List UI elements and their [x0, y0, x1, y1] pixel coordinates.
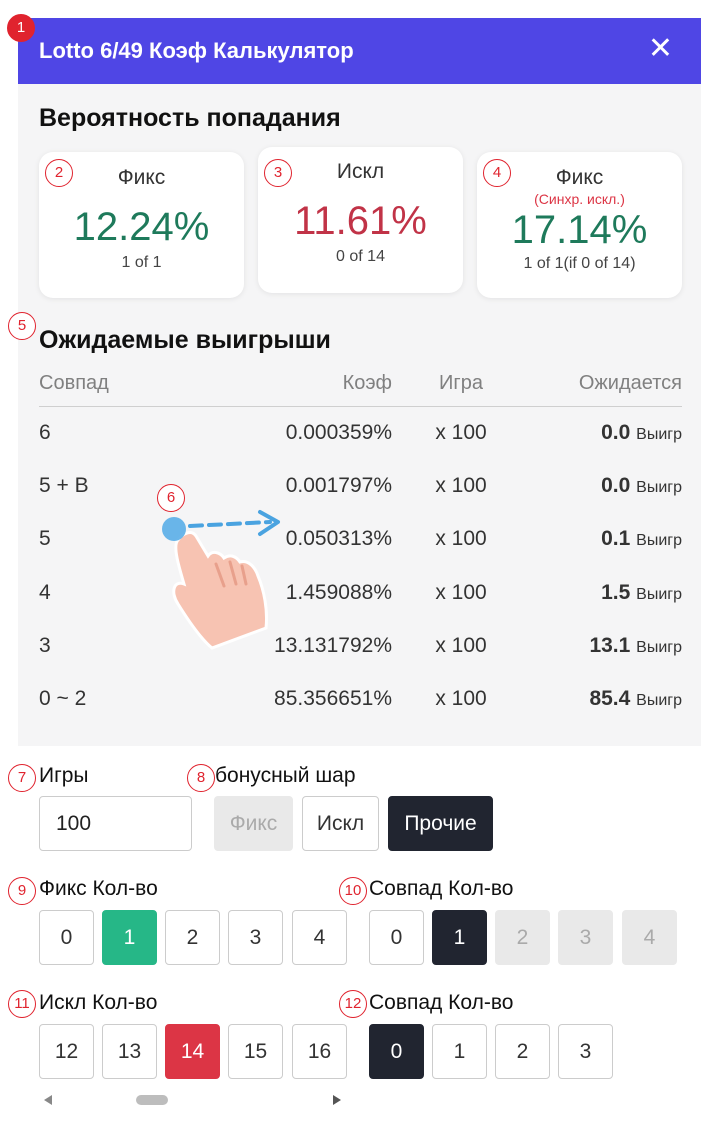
row-match: 6 [39, 420, 51, 444]
expected-value: 0.1 [601, 527, 631, 551]
match-count-3-button[interactable]: 3 [558, 910, 613, 965]
table-row: 0 ~ 2 85.356651% x 100 85.4 Выигр [39, 672, 682, 725]
column-header-expected: Ожидается [530, 362, 682, 407]
column-header-games: Игра [392, 362, 530, 407]
marker-12: 12 [339, 990, 367, 1018]
card-percent: 17.14% [511, 208, 648, 252]
expected-value: 85.4 [589, 687, 631, 711]
marker-5: 5 [8, 312, 36, 340]
bonus-fix-button[interactable]: Фикс [214, 796, 293, 851]
games-input[interactable]: 100 [39, 796, 192, 851]
marker-11: 11 [8, 990, 36, 1018]
row-expected: 0.0 Выигр [530, 459, 682, 512]
excl-match-count-0-button[interactable]: 0 [369, 1024, 424, 1079]
card-percent: 12.24% [73, 205, 210, 249]
excl-count-label: Искл Кол-во [39, 991, 158, 1014]
expected-heading: Ожидаемые выигрыши [39, 326, 331, 354]
marker-8: 8 [187, 764, 215, 792]
column-header-match: Совпад [39, 362, 239, 407]
row-games: x 100 [435, 633, 487, 657]
probability-heading: Вероятность попадания [39, 104, 341, 132]
row-games: x 100 [435, 580, 487, 604]
table-row: 3 13.131792% x 100 13.1 Выигр [39, 619, 682, 672]
table-row: 6 0.000359% x 100 0.0 Выигр [39, 406, 682, 459]
marker-3: 3 [264, 159, 292, 187]
expected-value: 13.1 [589, 633, 631, 657]
bonus-label: бонусный шар [215, 764, 356, 787]
expected-unit: Выигр [636, 585, 682, 603]
expected-value: 1.5 [601, 580, 631, 604]
fix-count-4-button[interactable]: 4 [292, 910, 347, 965]
expected-value: 0.0 [601, 420, 631, 444]
expected-table: Совпад Коэф Игра Ожидается 6 0.000359% x… [39, 362, 682, 726]
expected-unit: Выигр [636, 692, 682, 710]
excl-match-count-2-button[interactable]: 2 [495, 1024, 550, 1079]
fix-count-label: Фикс Кол-во [39, 877, 158, 900]
dialog-header: Lotto 6/49 Коэф Калькулятор ✕ [18, 18, 701, 84]
row-coef: 85.356651% [274, 687, 392, 711]
expected-value: 0.0 [601, 473, 631, 497]
fix-count-2-button[interactable]: 2 [165, 910, 220, 965]
expected-unit: Выигр [636, 425, 682, 443]
excl-count-15-button[interactable]: 15 [228, 1024, 283, 1079]
excl-count-12-button[interactable]: 12 [39, 1024, 94, 1079]
fix-count-3-button[interactable]: 3 [228, 910, 283, 965]
table-row: 4 1.459088% x 100 1.5 Выигр [39, 566, 682, 619]
row-expected: 0.1 Выигр [530, 513, 682, 566]
row-expected: 13.1 Выигр [530, 619, 682, 672]
expected-unit: Выигр [636, 532, 682, 550]
match-count-0-button[interactable]: 0 [369, 910, 424, 965]
excl-count-13-button[interactable]: 13 [102, 1024, 157, 1079]
expected-unit: Выигр [636, 638, 682, 656]
marker-1: 1 [7, 14, 35, 42]
card-count: 1 of 1 [121, 254, 162, 271]
horizontal-scrollbar[interactable] [40, 1092, 345, 1108]
card-count: 1 of 1(if 0 of 14) [523, 255, 636, 272]
marker-6: 6 [157, 484, 185, 512]
card-percent: 11.61% [294, 199, 427, 243]
marker-2: 2 [45, 159, 73, 187]
row-games: x 100 [435, 420, 487, 444]
match-count-4-button[interactable]: 4 [622, 910, 677, 965]
fix-count-0-button[interactable]: 0 [39, 910, 94, 965]
match-count-1-button[interactable]: 1 [432, 910, 487, 965]
row-coef: 0.000359% [285, 420, 392, 444]
match-count-label-2: Совпад Кол-во [369, 991, 514, 1014]
fix-count-1-button[interactable]: 1 [102, 910, 157, 965]
marker-4: 4 [483, 159, 511, 187]
row-games: x 100 [435, 473, 487, 497]
row-expected: 85.4 Выигр [530, 672, 682, 725]
table-row: 5 + B 0.001797% x 100 0.0 Выигр [39, 459, 682, 512]
card-count: 0 of 14 [336, 248, 385, 265]
column-header-coef: Коэф [239, 362, 392, 407]
marker-7: 7 [8, 764, 36, 792]
table-header-row: Совпад Коэф Игра Ожидается [39, 362, 682, 407]
match-count-label-1: Совпад Кол-во [369, 877, 514, 900]
games-label: Игры [39, 764, 89, 787]
swipe-hand-icon [162, 510, 280, 650]
excl-count-16-button[interactable]: 16 [292, 1024, 347, 1079]
expected-unit: Выигр [636, 478, 682, 496]
excl-match-count-1-button[interactable]: 1 [432, 1024, 487, 1079]
match-count-2-button[interactable]: 2 [495, 910, 550, 965]
row-expected: 0.0 Выигр [530, 406, 682, 459]
row-games: x 100 [435, 527, 487, 551]
row-match: 0 ~ 2 [39, 687, 87, 711]
row-expected: 1.5 Выигр [530, 566, 682, 619]
dialog-title: Lotto 6/49 Коэф Калькулятор [39, 38, 354, 63]
bonus-other-button[interactable]: Прочие [388, 796, 493, 851]
marker-9: 9 [8, 877, 36, 905]
card-sublabel: (Синхр. искл.) [534, 191, 625, 207]
table-row: 5 0.050313% x 100 0.1 Выигр [39, 513, 682, 566]
excl-count-14-button[interactable]: 14 [165, 1024, 220, 1079]
bonus-excl-button[interactable]: Искл [302, 796, 379, 851]
close-icon[interactable]: ✕ [648, 32, 673, 66]
marker-10: 10 [339, 877, 367, 905]
row-games: x 100 [435, 687, 487, 711]
excl-match-count-3-button[interactable]: 3 [558, 1024, 613, 1079]
